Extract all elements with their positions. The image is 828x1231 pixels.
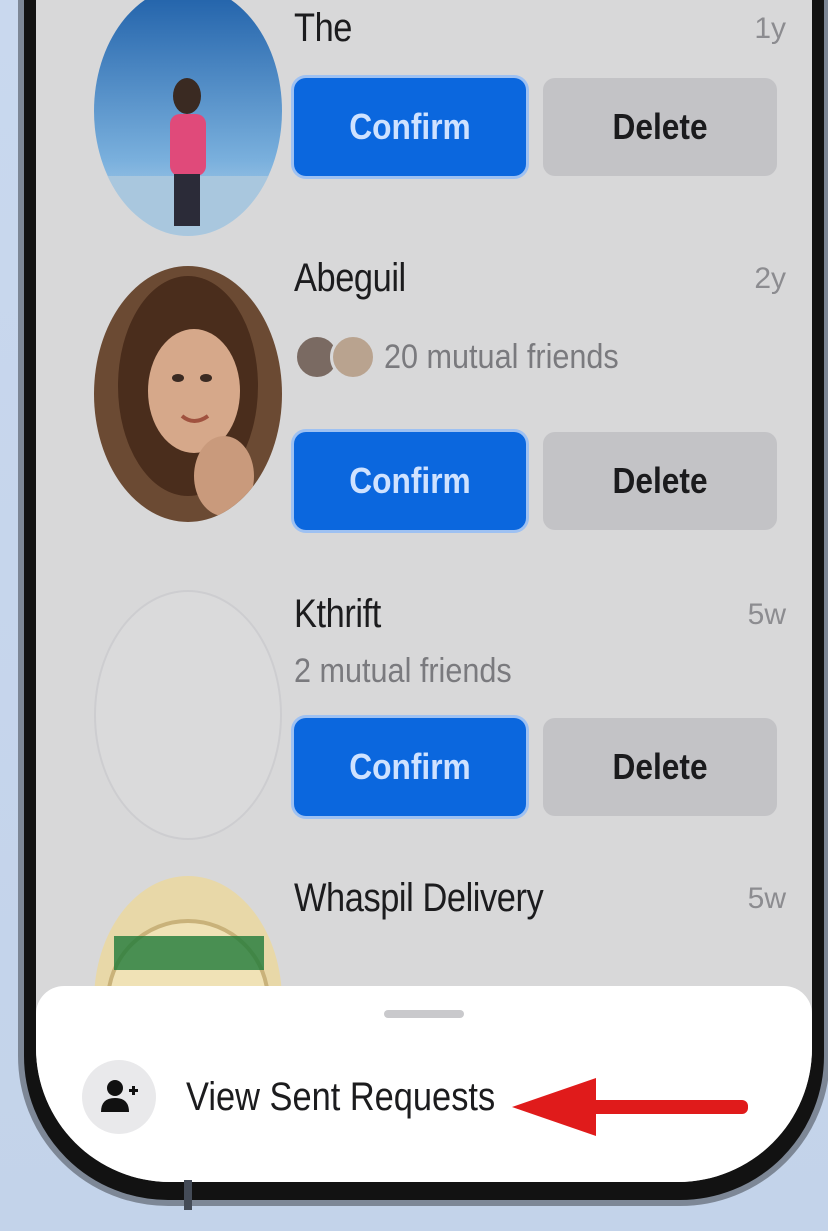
sheet-drag-handle[interactable] xyxy=(384,1010,464,1018)
view-sent-requests-label: View Sent Requests xyxy=(186,1074,496,1119)
delete-button[interactable]: Delete xyxy=(543,432,777,530)
delete-button[interactable]: Delete xyxy=(543,718,777,816)
annotation-arrow-icon xyxy=(512,1078,748,1136)
requester-name[interactable]: Kthrift xyxy=(294,592,381,637)
delete-label: Delete xyxy=(612,746,708,787)
avatar[interactable] xyxy=(94,0,282,236)
view-sent-requests-button[interactable]: View Sent Requests xyxy=(82,1060,545,1134)
confirm-button[interactable]: Confirm xyxy=(294,718,526,816)
delete-button[interactable]: Delete xyxy=(543,78,777,176)
delete-label: Delete xyxy=(612,106,708,147)
confirm-button[interactable]: Confirm xyxy=(294,432,526,530)
bottom-sheet: View Sent Requests xyxy=(36,986,812,1182)
confirm-button[interactable]: Confirm xyxy=(294,78,526,176)
confirm-label: Confirm xyxy=(349,106,471,147)
confirm-label: Confirm xyxy=(349,746,471,787)
mutual-friends-count: 2 mutual friends xyxy=(294,652,512,690)
request-time: 5w xyxy=(747,882,786,915)
avatar[interactable] xyxy=(94,590,282,840)
mutual-friend-avatars xyxy=(294,334,376,380)
delete-label: Delete xyxy=(612,460,708,501)
request-time: 2y xyxy=(754,262,786,295)
mutual-friends-count: 20 mutual friends xyxy=(384,337,619,376)
friend-requests-screen: The 1y Confirm Delete Abeguil 2y 20 mutu… xyxy=(36,0,812,1182)
mutual-friends: 20 mutual friends xyxy=(294,334,645,380)
phone-frame: The 1y Confirm Delete Abeguil 2y 20 mutu… xyxy=(18,0,828,1210)
requester-name[interactable]: Whaspil Delivery xyxy=(294,876,544,921)
requester-name[interactable]: Abeguil xyxy=(294,256,406,301)
confirm-label: Confirm xyxy=(349,460,471,501)
profile-photo xyxy=(94,266,282,522)
add-person-icon xyxy=(82,1060,156,1134)
avatar[interactable] xyxy=(94,266,282,522)
request-time: 1y xyxy=(754,12,786,45)
mutual-friend-avatar xyxy=(330,334,376,380)
request-time: 5w xyxy=(747,598,786,631)
mutual-friends: 2 mutual friends xyxy=(294,652,536,691)
profile-photo xyxy=(94,0,282,236)
requester-name[interactable]: The xyxy=(294,6,352,51)
